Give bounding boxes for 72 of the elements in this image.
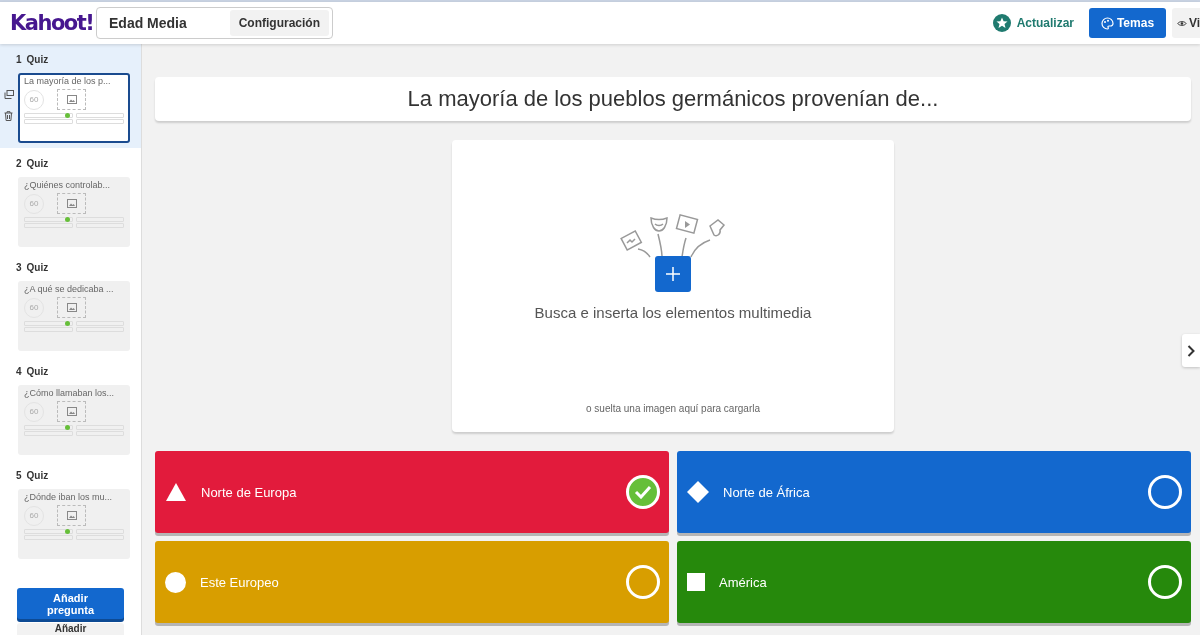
answer-checkbox[interactable] (1148, 475, 1182, 509)
slide-item[interactable]: 5 Quiz ¿Dónde iban los mu... 60 (0, 460, 141, 565)
media-prompt: Busca e inserta los elementos multimedia (534, 304, 812, 321)
upgrade-link[interactable]: Actualizar (992, 14, 1074, 32)
slide-title: La mayoría de los p... (24, 76, 112, 86)
triangle-icon (165, 482, 187, 502)
correct-dot (64, 113, 70, 118)
slide-type: Quiz (26, 470, 49, 484)
slide-thumbnail[interactable]: La mayoría de los p... 60 (18, 73, 130, 143)
slide-thumbnail[interactable]: ¿Dónde iban los mu... 60 (18, 489, 130, 560)
slide-number: 4 (16, 366, 22, 380)
settings-button[interactable]: Configuración (229, 10, 329, 36)
slide-number: 1 (16, 54, 22, 67)
image-icon (66, 407, 77, 417)
correct-dot (64, 529, 70, 535)
answer-text: Este Europeo (200, 574, 280, 590)
answer-checkbox[interactable] (1148, 565, 1182, 599)
correct-checkbox[interactable] (626, 475, 660, 509)
answer-text: Norte de Europa (201, 484, 298, 500)
slide-number: 2 (16, 158, 22, 172)
answer-text: América (719, 574, 768, 590)
slide-title: ¿Cómo llamaban los... (24, 388, 116, 399)
logo[interactable]: Kahoot! (10, 11, 96, 35)
answer-checkbox[interactable] (626, 565, 660, 599)
slide-title: ¿A qué se dedicaba ... (24, 284, 115, 295)
square-icon (687, 573, 705, 591)
slide-thumbnail[interactable]: ¿Quiénes controlab... 60 (18, 177, 130, 248)
answer-option[interactable]: Norte de África (677, 451, 1191, 533)
duplicate-icon[interactable] (4, 90, 14, 99)
answer-text: Norte de África (723, 484, 811, 500)
trash-icon[interactable] (4, 111, 13, 121)
slide-type: Quiz (26, 366, 49, 380)
answer-option[interactable]: América (677, 541, 1191, 623)
diamond-icon (687, 481, 709, 503)
plus-icon (666, 267, 680, 281)
chevron-right-icon (1187, 344, 1195, 357)
slide-type: Quiz (26, 54, 49, 67)
slide-title: ¿Quiénes controlab... (24, 180, 112, 191)
slide-thumbnail[interactable]: ¿Cómo llamaban los... 60 (18, 385, 130, 456)
slide-item[interactable]: 4 Quiz ¿Cómo llamaban los... 60 (0, 356, 141, 461)
correct-dot (64, 425, 70, 431)
image-icon (66, 511, 77, 521)
slide-thumbnail[interactable]: ¿A qué se dedicaba ... 60 (18, 281, 130, 352)
slide-number: 3 (16, 262, 22, 276)
correct-dot (64, 321, 70, 327)
answer-option[interactable]: Norte de Europa (155, 451, 669, 533)
palette-icon (1100, 16, 1114, 30)
eye-icon (1177, 18, 1187, 28)
title-field[interactable]: Edad Media Configuración (96, 7, 333, 39)
add-question-button[interactable]: Añadir pregunta (17, 588, 124, 619)
themes-button[interactable]: Temas (1089, 8, 1166, 38)
slide-item[interactable]: 2 Quiz ¿Quiénes controlab... 60 (0, 148, 141, 253)
slide-number: 5 (16, 470, 22, 484)
add-media-button[interactable] (655, 256, 691, 292)
slide-item[interactable]: 3 Quiz ¿A qué se dedicaba ... 60 (0, 252, 141, 357)
check-icon (634, 485, 652, 499)
slide-title: ¿Dónde iban los mu... (24, 492, 114, 503)
question-field[interactable]: La mayoría de los pueblos germánicos provenían de... (155, 77, 1191, 121)
slide-item[interactable]: 1 Quiz La mayoría de los p... 60 (0, 44, 141, 149)
image-icon (66, 303, 77, 313)
image-icon (66, 199, 77, 209)
upload-hint: o suelta una imagen aquí para cargarla (586, 403, 760, 414)
next-button[interactable] (1182, 334, 1200, 367)
add-button[interactable]: Añadir (17, 623, 124, 635)
view-button[interactable]: Vi (1172, 8, 1200, 38)
slide-type: Quiz (26, 262, 49, 276)
slide-type: Quiz (26, 158, 49, 172)
media-panel[interactable]: Busca e inserta los elementos multimedia o suelta una imagen aquí para cargarla (452, 140, 894, 432)
circle-icon (165, 571, 186, 593)
image-icon (66, 95, 77, 104)
correct-dot (64, 217, 70, 223)
title-text: Edad Media (109, 15, 187, 31)
